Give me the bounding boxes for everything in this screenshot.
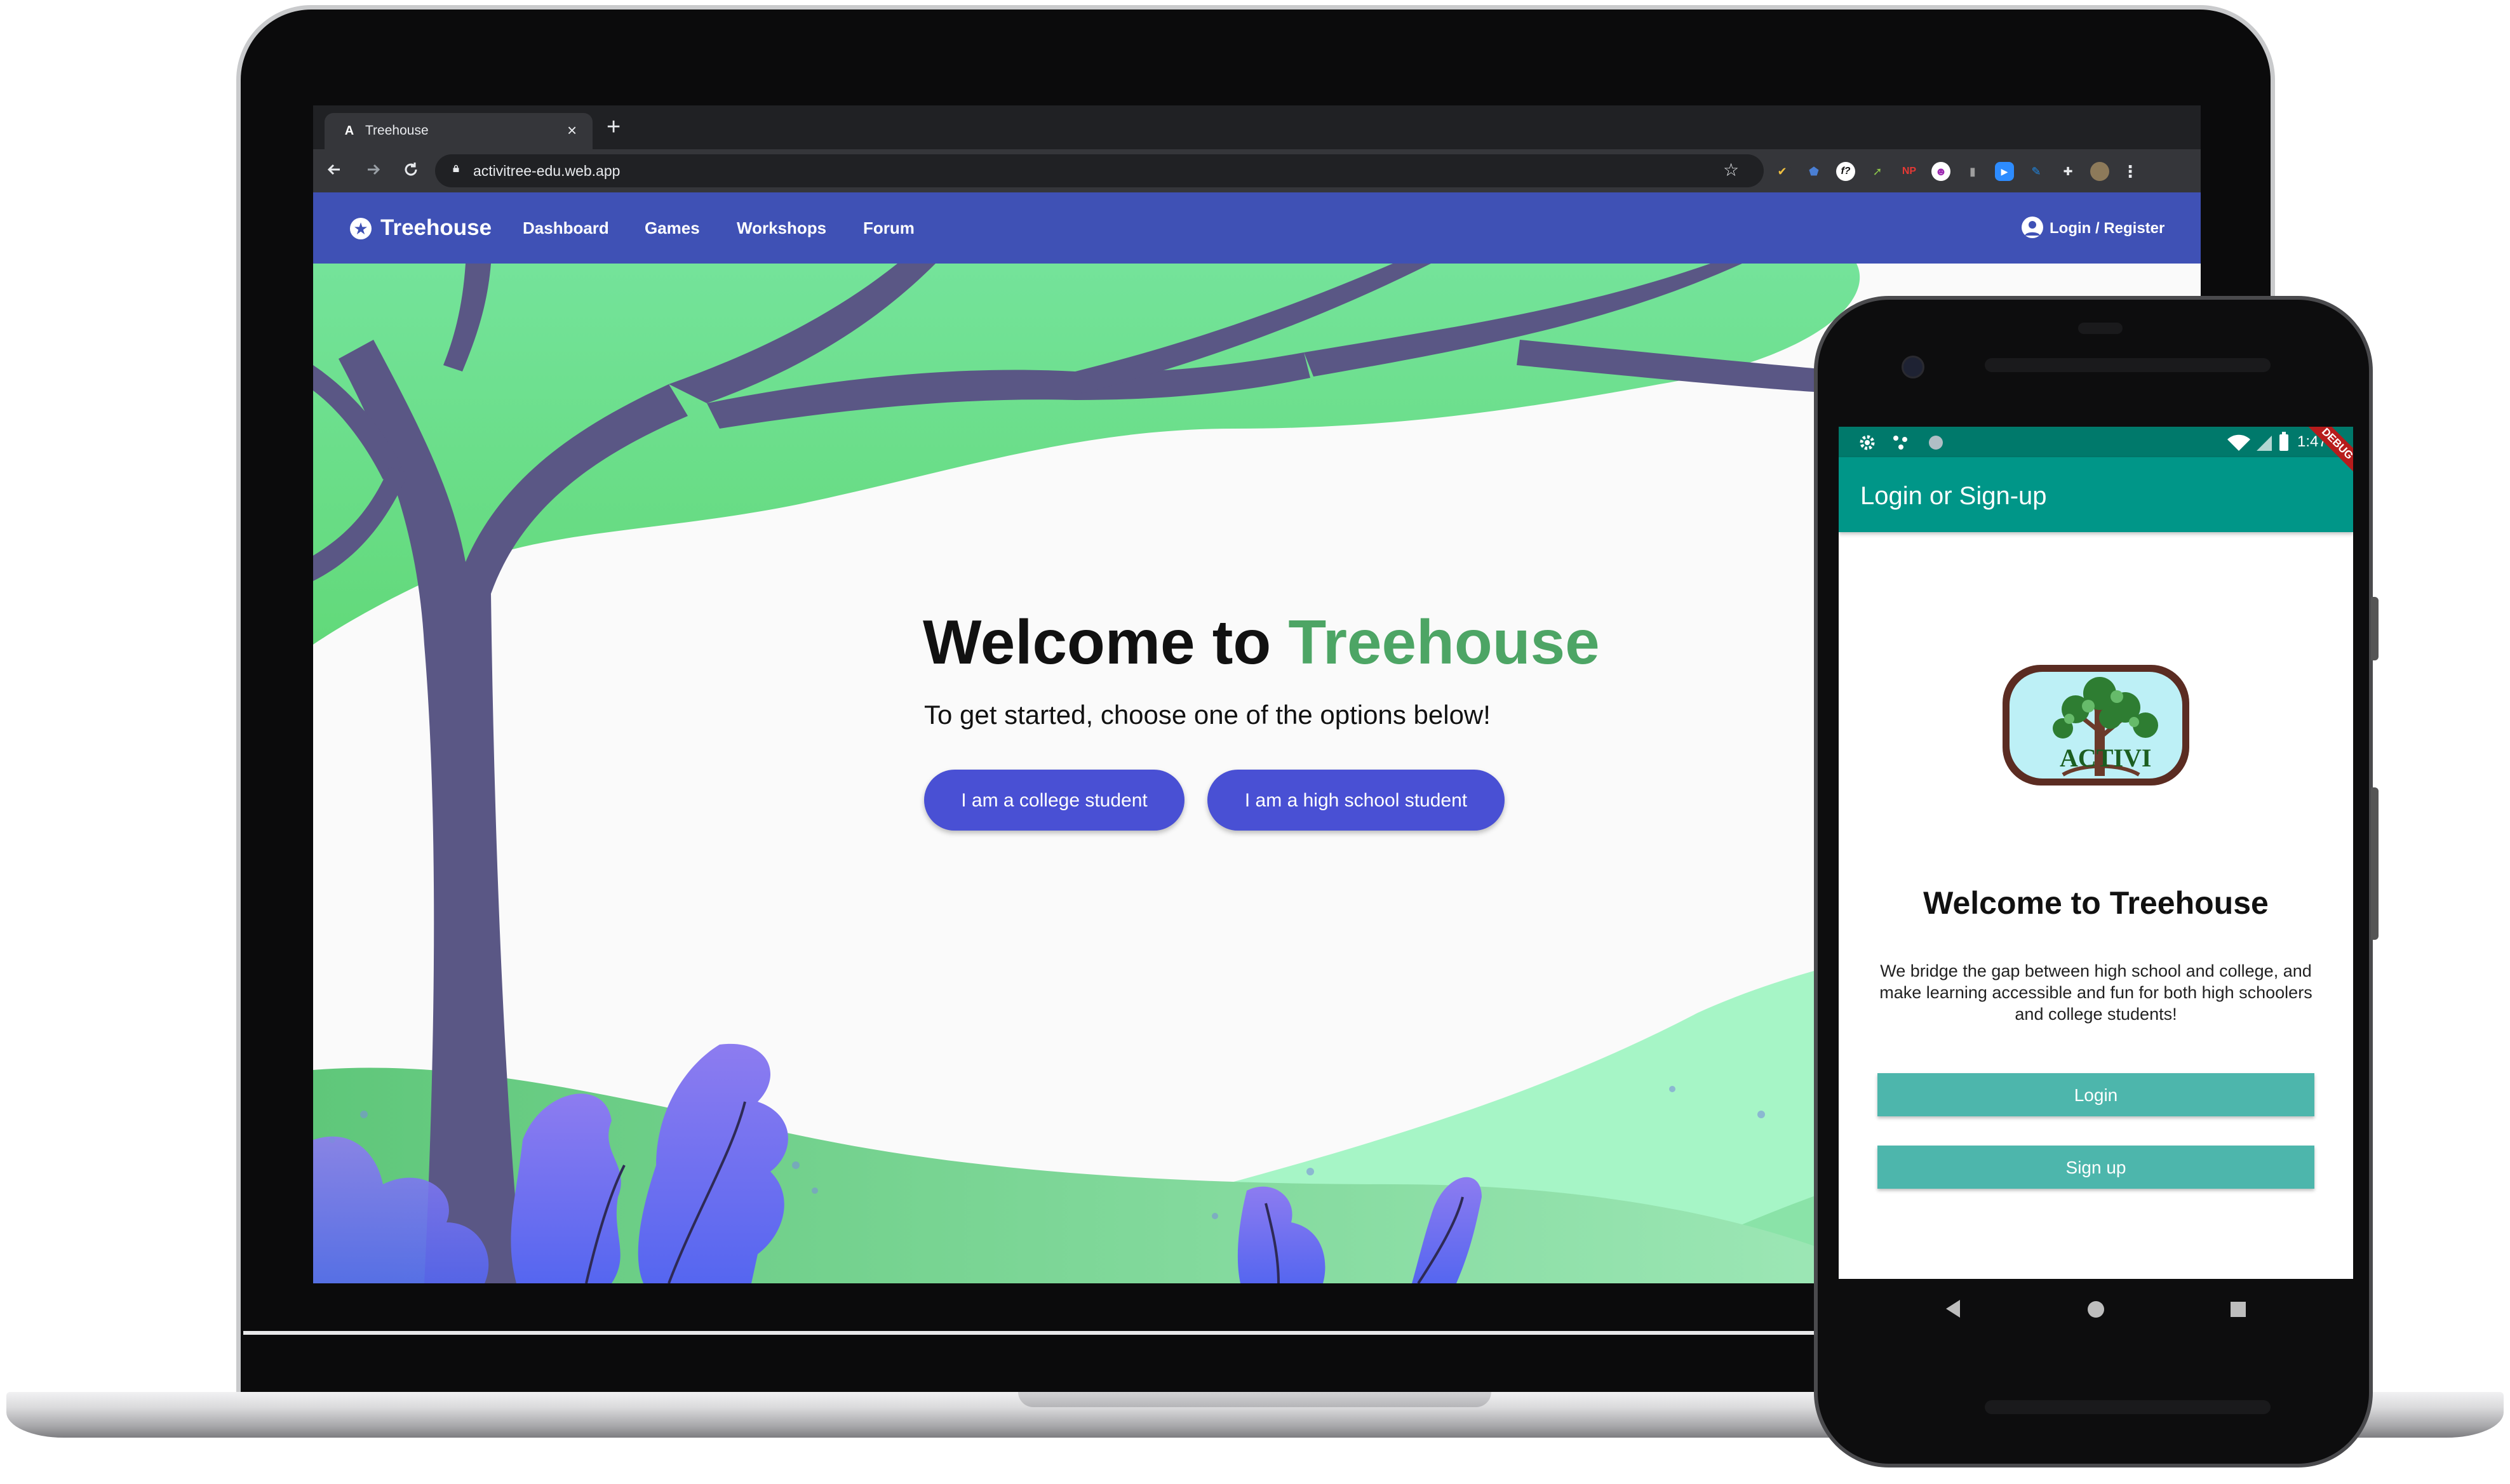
- back-triangle-icon[interactable]: [1943, 1298, 1963, 1320]
- laptop-notch: [1018, 1392, 1491, 1407]
- settings-icon: [1860, 435, 1875, 450]
- hero-subtitle: To get started, choose one of the option…: [924, 700, 1491, 730]
- formula-extension-icon[interactable]: f?: [1836, 162, 1855, 181]
- nav-workshops[interactable]: Workshops: [737, 217, 826, 239]
- nav-forum[interactable]: Forum: [863, 217, 915, 239]
- np-extension-icon[interactable]: NP: [1900, 162, 1919, 181]
- phone-screen: 1:47 Login or Sign-up DEBUG ACTIVI Welco…: [1839, 427, 2353, 1279]
- menu-icon[interactable]: ⋮: [2121, 162, 2140, 181]
- signal-icon: [2257, 436, 2272, 451]
- activi-logo: ACTIVI: [2003, 665, 2189, 785]
- phone-speaker-bottom: [1985, 1400, 2271, 1414]
- address-bar[interactable]: activitree-edu.web.app ☆: [435, 154, 1764, 187]
- bookmark-star-icon[interactable]: ☆: [1723, 159, 1739, 181]
- logo-text: ACTIVI: [2060, 744, 2151, 772]
- pen-extension-icon[interactable]: ✎: [2027, 162, 2046, 181]
- hero-title-prefix: Welcome to: [923, 607, 1289, 677]
- check-extension-icon[interactable]: ✔: [1773, 162, 1792, 181]
- hero-title: Welcome to Treehouse: [923, 607, 1600, 677]
- mic-extension-icon[interactable]: ▮: [1963, 162, 1982, 181]
- star-icon: ★: [350, 218, 372, 239]
- tab-close-icon[interactable]: ×: [567, 121, 577, 140]
- phone-earpiece: [2078, 323, 2123, 334]
- extensions-icon[interactable]: ✚: [2058, 162, 2077, 181]
- tab-favicon-icon: A: [344, 124, 354, 138]
- circle-status-icon: [1929, 436, 1943, 450]
- nav-dashboard[interactable]: Dashboard: [523, 217, 609, 239]
- profile-avatar[interactable]: [2090, 162, 2109, 181]
- url-text: activitree-edu.web.app: [473, 163, 621, 179]
- back-icon[interactable]: [321, 156, 349, 184]
- phone-camera: [1902, 356, 1924, 378]
- app-bar-title: Login or Sign-up: [1860, 482, 2047, 510]
- browser-toolbar: activitree-edu.web.app ☆ ✔ ⬟ f? ➚ NP ☻ ▮…: [313, 149, 2201, 192]
- lock-icon: [453, 164, 459, 172]
- video-extension-icon[interactable]: ▶: [1995, 162, 2014, 181]
- phone-side-button: [2371, 597, 2379, 660]
- shield-extension-icon[interactable]: ⬟: [1804, 162, 1823, 181]
- college-student-button[interactable]: I am a college student: [924, 770, 1185, 831]
- new-tab-button[interactable]: +: [607, 114, 621, 140]
- recents-square-icon[interactable]: [2229, 1300, 2247, 1318]
- app-bar: Login or Sign-up: [1839, 457, 2353, 532]
- reload-icon[interactable]: [397, 156, 425, 184]
- hero-title-accent: Treehouse: [1288, 607, 1600, 677]
- home-circle-icon[interactable]: [2086, 1299, 2106, 1320]
- site-brand[interactable]: Treehouse: [380, 214, 492, 242]
- wifi-icon: [2227, 434, 2250, 451]
- login-register-link[interactable]: Login / Register: [2050, 218, 2164, 239]
- login-button[interactable]: Login: [1877, 1073, 2314, 1116]
- phone-description: We bridge the gap between high school an…: [1879, 961, 2312, 1024]
- phone-welcome-title: Welcome to Treehouse: [1923, 885, 2269, 921]
- tab-strip: A Treehouse × +: [313, 105, 2201, 149]
- phone-volume-button: [2371, 787, 2379, 940]
- forward-icon[interactable]: [359, 156, 387, 184]
- battery-icon: [2279, 432, 2288, 451]
- nav-games[interactable]: Games: [645, 217, 700, 239]
- phone-speaker-top: [1985, 358, 2271, 372]
- site-navbar: ★ Treehouse Dashboard Games Workshops Fo…: [313, 192, 2201, 264]
- arrow-extension-icon[interactable]: ➚: [1868, 162, 1887, 181]
- tab-title: Treehouse: [365, 123, 429, 138]
- signup-button[interactable]: Sign up: [1877, 1146, 2314, 1189]
- user-icon: [2022, 217, 2043, 238]
- tab-treehouse[interactable]: A Treehouse ×: [325, 113, 593, 149]
- high-school-student-button[interactable]: I am a high school student: [1207, 770, 1505, 831]
- connection-icon: [1893, 436, 1907, 450]
- status-bar: 1:47: [1839, 427, 2353, 457]
- foliage-shape: [313, 264, 1860, 645]
- smile-extension-icon[interactable]: ☻: [1931, 162, 1950, 181]
